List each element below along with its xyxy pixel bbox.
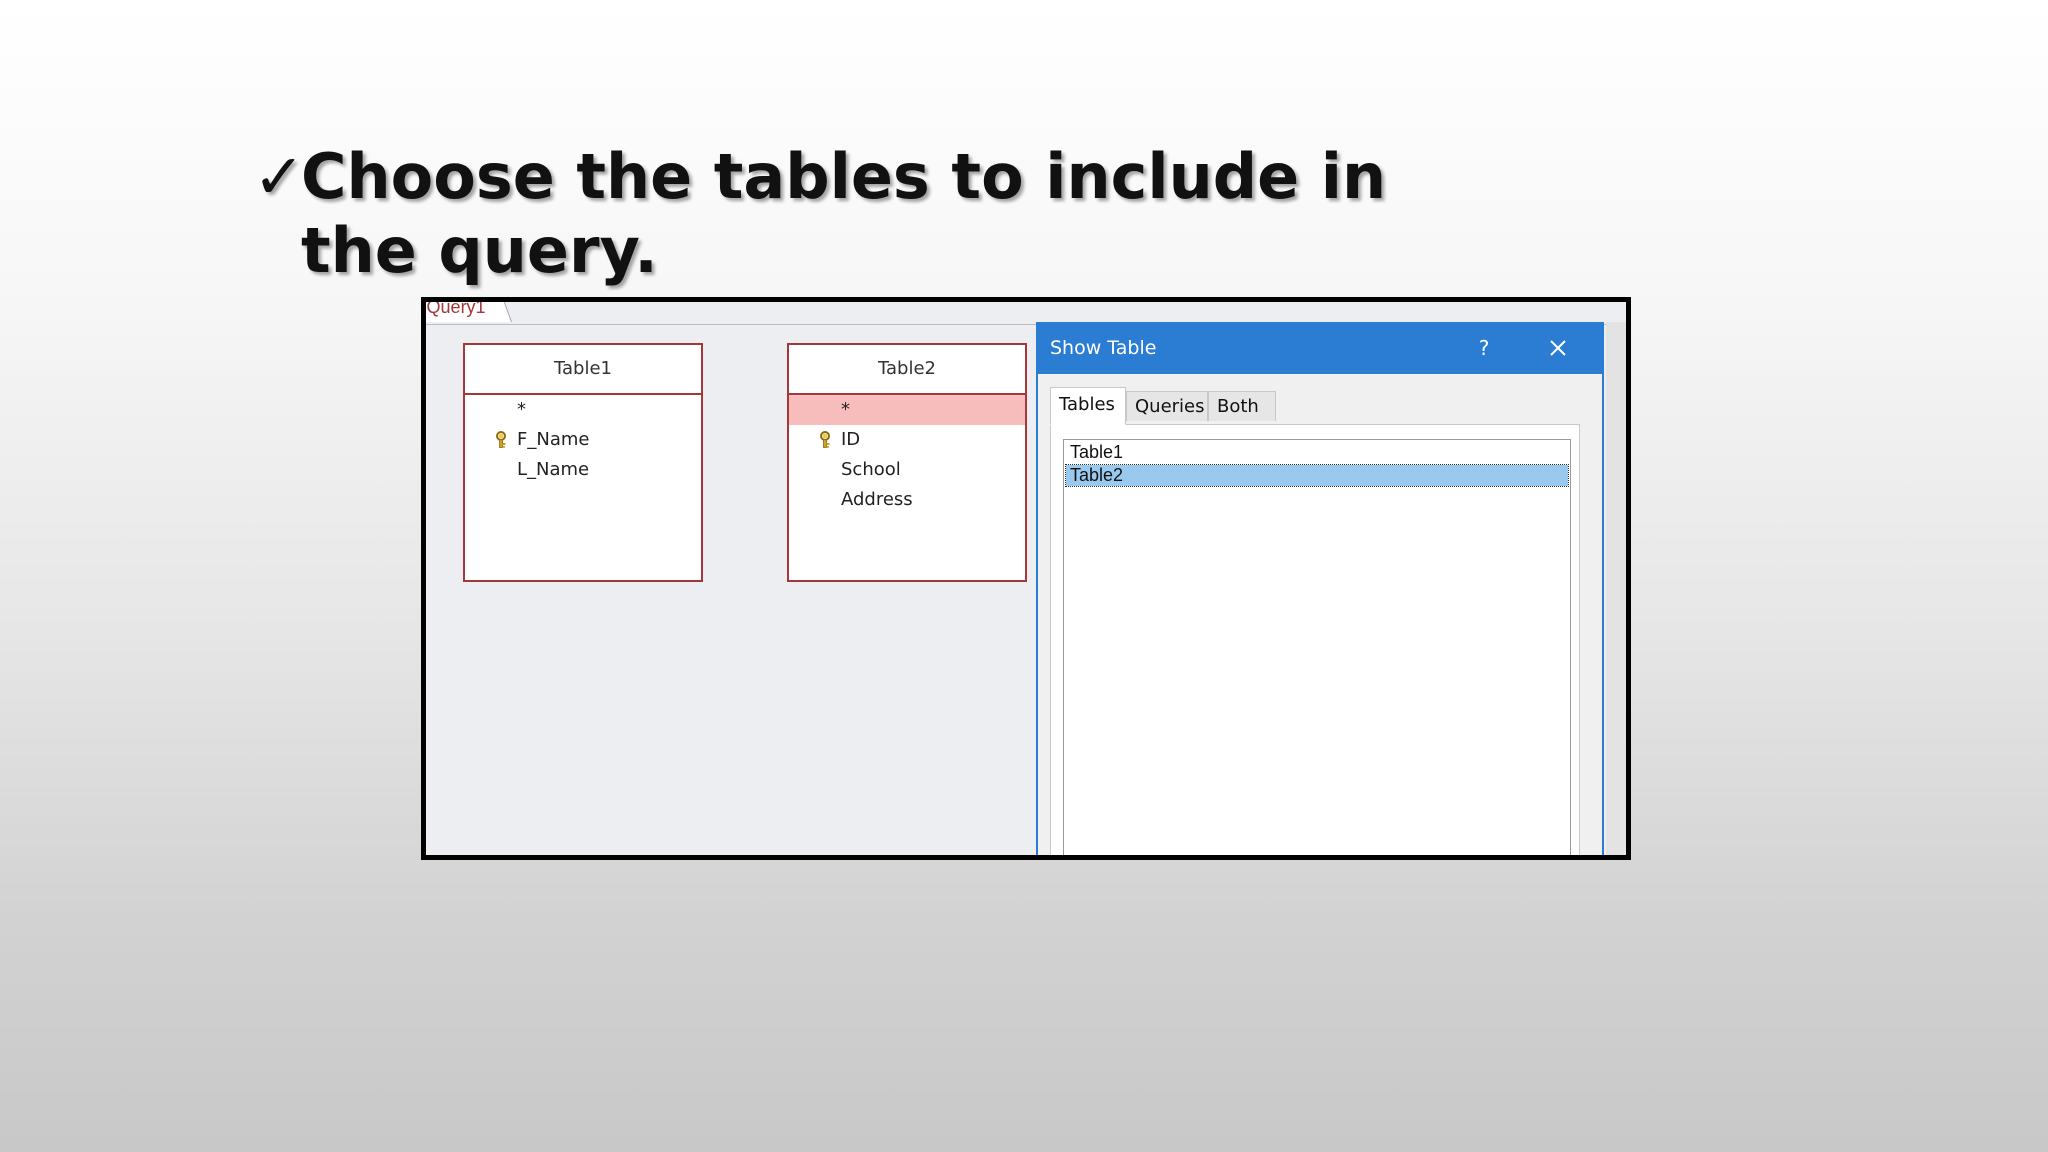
field-row-school[interactable]: School: [789, 455, 1025, 485]
field-row-f-name[interactable]: F_Name: [465, 425, 701, 455]
dialog-titlebar[interactable]: Show Table ?: [1036, 322, 1604, 374]
primary-key-icon: [496, 431, 506, 448]
close-icon[interactable]: [1540, 330, 1576, 366]
field-list-title: Table2: [789, 345, 1025, 395]
checkmark-icon: ✓: [253, 140, 305, 213]
primary-key-icon: [820, 431, 830, 448]
field-label: L_Name: [517, 459, 590, 480]
field-label: F_Name: [517, 429, 590, 450]
table-listbox[interactable]: Table1 Table2: [1063, 439, 1571, 855]
field-row-address[interactable]: Address: [789, 485, 1025, 515]
field-list-table2[interactable]: Table2 * ID School Address: [787, 343, 1027, 582]
field-row-l-name[interactable]: L_Name: [465, 455, 701, 485]
field-label: *: [517, 399, 526, 420]
dialog-title: Show Table: [1050, 337, 1157, 359]
tab-both[interactable]: Both: [1208, 391, 1276, 421]
tab-panel-tables: Table1 Table2: [1050, 424, 1580, 855]
slide-title: ✓Choose the tables to include in the que…: [253, 140, 1461, 288]
query-tab[interactable]: Query1: [426, 297, 513, 322]
help-button[interactable]: ?: [1466, 330, 1502, 366]
tab-tables[interactable]: Tables: [1050, 387, 1126, 425]
list-item-table2[interactable]: Table2: [1065, 464, 1569, 487]
list-item-table1[interactable]: Table1: [1066, 442, 1568, 463]
field-list-table1[interactable]: Table1 * F_Name L_Name: [463, 343, 703, 582]
query-tab-label: Query1: [426, 297, 486, 317]
scrollbar-track[interactable]: [1606, 322, 1626, 855]
field-row-all[interactable]: *: [789, 395, 1025, 425]
field-label: ID: [841, 429, 861, 450]
show-table-dialog: Show Table ? Tables Queries Both Table1 …: [1036, 322, 1604, 855]
slide-title-text: Choose the tables to include in the quer…: [301, 140, 1387, 287]
field-list-title: Table1: [465, 345, 701, 395]
field-label: Address: [841, 489, 913, 510]
field-row-id[interactable]: ID: [789, 425, 1025, 455]
access-screenshot: Query1 Table1 * F_Name L_Name Table2 * I…: [421, 297, 1631, 860]
field-row-all[interactable]: *: [465, 395, 701, 425]
tab-queries[interactable]: Queries: [1126, 391, 1208, 421]
field-label: School: [841, 459, 901, 480]
field-label: *: [841, 399, 850, 420]
